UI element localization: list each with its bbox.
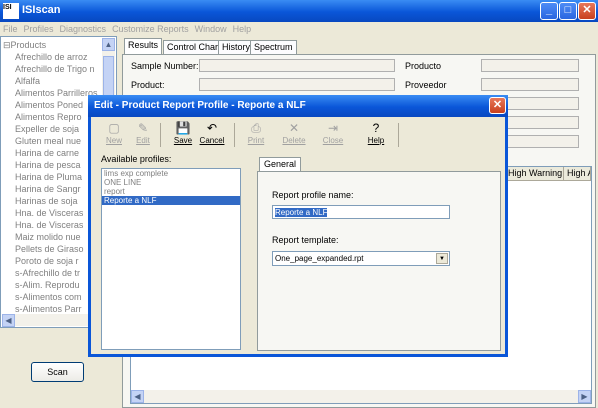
tab-results[interactable]: Results xyxy=(124,38,163,54)
report-template-label: Report template: xyxy=(272,235,339,245)
tab-history[interactable]: History xyxy=(218,40,255,54)
help-icon: ? xyxy=(372,121,380,135)
chevron-down-icon[interactable]: ▼ xyxy=(436,253,448,264)
help-button[interactable]: ? Help xyxy=(362,121,390,149)
dialog-title: Edit - Product Report Profile - Reporte … xyxy=(94,100,306,111)
tree-item[interactable]: Afrechillo de arroz xyxy=(3,51,103,63)
profile-list-item[interactable]: Reporte a NLF xyxy=(102,196,240,205)
producto-label: Producto xyxy=(405,61,442,71)
toolbar-label: Delete xyxy=(282,136,306,145)
tab-general[interactable]: General xyxy=(259,157,302,171)
save-icon: 💾 xyxy=(175,121,191,135)
print-icon: ⎙ xyxy=(251,121,261,135)
toolbar-label: Save xyxy=(173,136,193,145)
scan-button[interactable]: Scan xyxy=(31,362,84,382)
new-icon: ▢ xyxy=(108,121,120,135)
menu-help[interactable]: Help xyxy=(230,24,255,34)
edit-button[interactable]: ✎ Edit xyxy=(129,121,157,149)
menu-diagnostics[interactable]: Diagnostics xyxy=(57,24,110,34)
dialog-title-bar: Edit - Product Report Profile - Reporte … xyxy=(88,95,508,117)
profile-list-item[interactable]: lims exp complete xyxy=(102,169,240,178)
general-tab-page: Report profile name: Reporte a NLF Repor… xyxy=(257,171,501,351)
available-profiles-label: Available profiles: xyxy=(101,154,172,164)
scroll-up-icon[interactable]: ▲ xyxy=(102,38,115,51)
scroll-left-icon[interactable]: ◀ xyxy=(2,314,15,327)
toolbar-label: Close xyxy=(322,136,344,145)
dialog-close-button[interactable]: ✕ xyxy=(489,97,506,114)
maximize-button[interactable]: □ xyxy=(559,2,577,20)
toolbar-separator xyxy=(398,123,399,147)
report-template-select[interactable]: One_page_expanded.rpt ▼ xyxy=(272,251,450,266)
product-label: Product: xyxy=(131,80,165,90)
new-button[interactable]: ▢ New xyxy=(100,121,128,149)
tree-root[interactable]: ⊟Products xyxy=(3,39,103,51)
report-profile-name-label: Report profile name: xyxy=(272,190,354,200)
menu-window[interactable]: Window xyxy=(192,24,230,34)
grid-scroll-right-icon[interactable]: ▶ xyxy=(578,390,591,403)
menu-customize-reports[interactable]: Customize Reports xyxy=(109,24,192,34)
toolbar-label: New xyxy=(105,136,122,145)
app-title-bar: ISI ISIscan _ □ ✕ xyxy=(0,0,598,22)
tab-spectrum[interactable]: Spectrum xyxy=(250,40,297,54)
cancel-button[interactable]: ↶ Cancel xyxy=(198,121,226,149)
delete-icon: ✕ xyxy=(288,121,300,135)
cancel-icon: ↶ xyxy=(206,121,218,135)
minimize-button[interactable]: _ xyxy=(540,2,558,20)
menu-file[interactable]: File xyxy=(0,24,21,34)
close-button[interactable]: ⇥ Close xyxy=(319,121,347,149)
app-icon: ISI xyxy=(3,3,19,19)
report-profile-name-input[interactable]: Reporte a NLF xyxy=(272,205,450,219)
toolbar-label: Help xyxy=(367,136,385,145)
producto-field xyxy=(481,59,579,72)
edit-icon: ✎ xyxy=(137,121,149,135)
toolbar-label: Print xyxy=(247,136,265,145)
menu-profiles[interactable]: Profiles xyxy=(21,24,57,34)
toolbar-label: Cancel xyxy=(199,136,225,145)
report-template-value: One_page_expanded.rpt xyxy=(275,254,364,263)
profiles-list[interactable]: lims exp complete ONE LINE report Reporte a… xyxy=(101,168,241,350)
grid-header-high-a[interactable]: High A xyxy=(564,167,591,181)
grid-horizontal-scrollbar[interactable]: ◀ ▶ xyxy=(131,390,591,403)
menu-bar: File Profiles Diagnostics Customize Reports… xyxy=(0,22,598,36)
tree-item[interactable]: Afrechillo de Trigo n xyxy=(3,63,103,75)
print-button[interactable]: ⎙ Print xyxy=(242,121,270,149)
profile-list-item[interactable]: ONE LINE xyxy=(102,178,240,187)
tree-item[interactable]: Alfalfa xyxy=(3,75,103,87)
sample-number-field xyxy=(199,59,395,72)
product-field xyxy=(199,78,395,91)
app-title: ISIscan xyxy=(22,4,61,16)
close-button[interactable]: ✕ xyxy=(578,2,596,20)
sample-number-label: Sample Number: xyxy=(131,61,199,71)
profile-list-item[interactable]: report xyxy=(102,187,240,196)
tree-root-label: Products xyxy=(10,40,47,50)
grid-scroll-left-icon[interactable]: ◀ xyxy=(131,390,144,403)
close-icon: ⇥ xyxy=(327,121,339,135)
tree-collapse-icon[interactable]: ⊟ xyxy=(3,40,11,50)
toolbar-separator xyxy=(160,123,161,147)
report-profile-name-value: Reporte a NLF xyxy=(275,208,328,217)
toolbar-separator xyxy=(234,123,235,147)
proveedor-label: Proveedor xyxy=(405,80,447,90)
proveedor-field xyxy=(481,78,579,91)
delete-button[interactable]: ✕ Delete xyxy=(280,121,308,149)
toolbar-label: Edit xyxy=(136,136,150,145)
save-button[interactable]: 💾 Save xyxy=(169,121,197,149)
edit-report-profile-dialog: Edit - Product Report Profile - Reporte … xyxy=(88,95,508,357)
grid-header-high-warning[interactable]: High Warning xyxy=(505,167,564,181)
